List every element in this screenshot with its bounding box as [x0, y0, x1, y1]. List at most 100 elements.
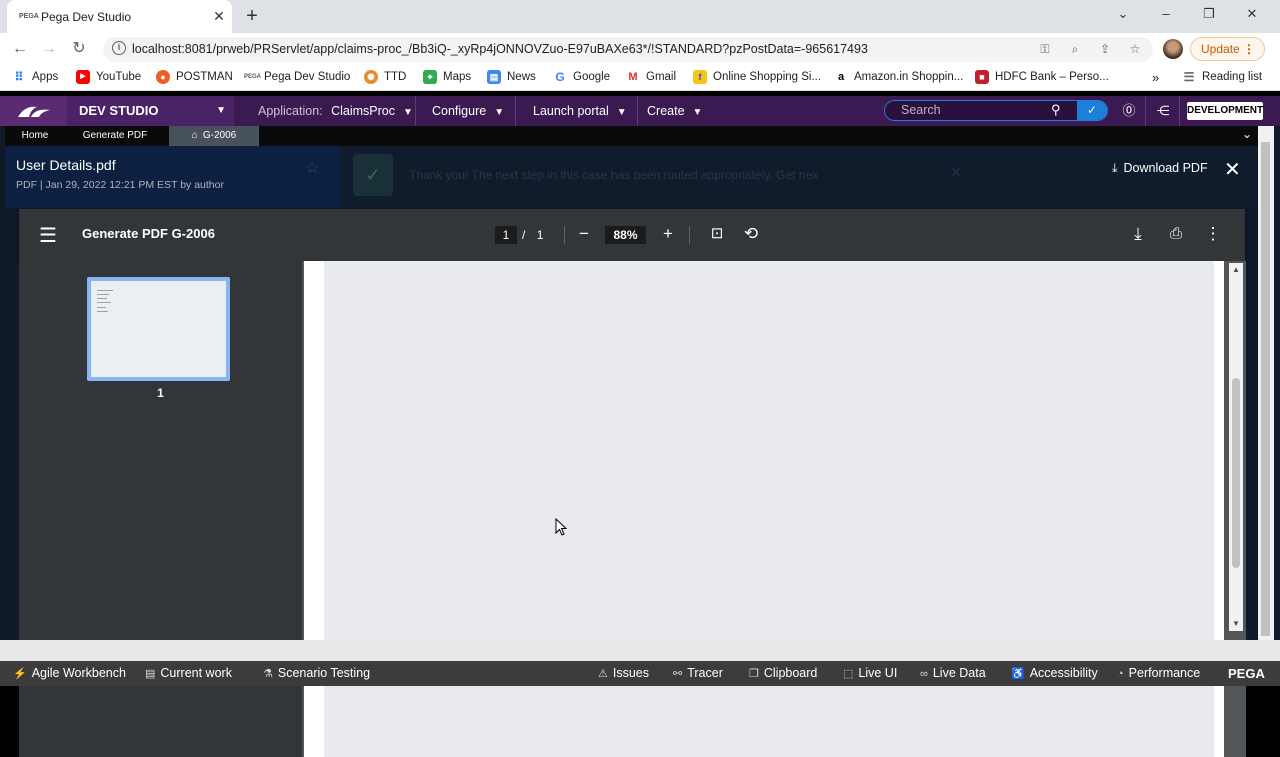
chevron-down-icon: ▼ — [216, 105, 226, 116]
bookmark-apps[interactable]: ⠿ Apps — [12, 70, 59, 84]
bookmark-news[interactable]: ▤ News — [487, 70, 536, 84]
status-strip — [0, 640, 1280, 661]
search-input[interactable]: Search ⚲ ✓ — [884, 100, 1108, 121]
zoom-icon[interactable]: ⌕ — [1066, 40, 1084, 58]
zoom-input[interactable]: 88% — [605, 226, 646, 244]
rotate-icon[interactable]: ⟲ — [740, 223, 762, 245]
tracer-icon: ⚯ — [673, 668, 683, 680]
bookmark-google[interactable]: G Google — [553, 70, 610, 84]
footer-label: Live Data — [932, 666, 986, 680]
tab-search-chevron-icon[interactable]: ⌄ — [1108, 3, 1138, 25]
site-info-icon[interactable]: i — [112, 41, 126, 55]
zoom-in-icon[interactable]: + — [657, 223, 679, 245]
footer-scenario-testing[interactable]: ⚗ Scenario Testing — [263, 666, 370, 680]
hamburger-menu-icon[interactable]: ☰ — [39, 223, 57, 248]
restore-icon[interactable]: ❐ — [1194, 3, 1224, 25]
bookmark-label: Amazon.in Shoppin... — [854, 71, 964, 83]
check-icon[interactable]: ✓ — [1077, 101, 1107, 120]
bookmark-label: Online Shopping Si... — [713, 71, 822, 83]
footer-clipboard[interactable]: ❐ Clipboard — [749, 666, 817, 680]
bookmark-amazon[interactable]: a Amazon.in Shoppin... — [834, 70, 963, 84]
address-bar-row: ← → ↻ i localhost:8081/prweb/PRServlet/a… — [0, 33, 1280, 65]
studio-switcher[interactable]: DEV STUDIO ▼ — [67, 96, 234, 126]
page-count: / 1 — [522, 226, 543, 244]
bookmark-online-shopping[interactable]: f Online Shopping Si... — [693, 70, 821, 84]
menu-create[interactable]: Create ▼ — [647, 96, 702, 126]
divider — [564, 226, 565, 244]
reload-icon[interactable]: ↻ — [68, 38, 90, 60]
footer-issues[interactable]: ⚠ Issues — [598, 666, 649, 680]
tabs-overflow-chevron-icon[interactable]: ⌄ — [1242, 127, 1252, 141]
bookmark-star-icon[interactable]: ☆ — [1126, 40, 1144, 58]
bookmark-maps[interactable]: ⌖ Maps — [423, 70, 471, 84]
reading-list[interactable]: ☰ Reading list — [1182, 70, 1262, 84]
footer-live-ui[interactable]: ⬚ Live UI — [843, 666, 897, 680]
more-bookmarks-icon[interactable]: » — [1152, 70, 1159, 85]
menu-configure[interactable]: Configure ▼ — [432, 96, 504, 126]
scrollbar-thumb[interactable] — [1232, 378, 1240, 568]
omnibox[interactable]: i localhost:8081/prweb/PRServlet/app/cla… — [103, 37, 1153, 62]
search-icon[interactable]: ⚲ — [1051, 102, 1061, 118]
update-button[interactable]: Update ⋮ — [1190, 37, 1265, 61]
pega-logo[interactable] — [0, 96, 67, 126]
download-pdf-button[interactable]: ⤓ Download PDF — [1112, 161, 1208, 176]
page-number-input[interactable]: 1 — [495, 226, 517, 244]
footer-tracer[interactable]: ⚯ Tracer — [673, 666, 723, 680]
share-icon[interactable]: ⇪ — [1096, 40, 1114, 58]
footer-current-work[interactable]: ▤ Current work — [145, 666, 232, 680]
minimize-icon[interactable]: – — [1151, 3, 1181, 25]
new-tab-icon[interactable]: + — [242, 4, 262, 28]
tab-home[interactable]: Home — [5, 126, 65, 146]
warning-icon: ⚠ — [598, 668, 608, 680]
url-text[interactable]: localhost:8081/prweb/PRServlet/app/claim… — [132, 42, 868, 56]
window-close-icon[interactable]: ✕ — [1237, 3, 1267, 25]
scroll-down-icon[interactable]: ▼ — [1229, 617, 1243, 631]
footer-label: Agile Workbench — [31, 666, 126, 680]
shopping-icon: f — [693, 70, 707, 84]
back-icon[interactable]: ← — [9, 38, 31, 60]
bookmark-postman[interactable]: ● POSTMAN — [156, 70, 233, 84]
download-icon[interactable]: ⤓ — [1127, 223, 1149, 245]
page-thumbnail[interactable] — [87, 277, 230, 381]
bookmark-label: POSTMAN — [176, 71, 233, 83]
key-icon[interactable]: ⚿ — [1036, 40, 1054, 58]
profile-avatar[interactable] — [1163, 39, 1183, 59]
bookmark-pega[interactable]: PEGA Pega Dev Studio — [244, 70, 350, 84]
scroll-up-icon[interactable]: ▲ — [1229, 263, 1243, 277]
menu-launch-portal[interactable]: Launch portal ▼ — [533, 96, 627, 126]
browser-tab[interactable]: PEGA Pega Dev Studio ✕ — [7, 0, 232, 33]
tab-title: Pega Dev Studio — [41, 9, 132, 24]
menu-label: Configure — [432, 104, 487, 118]
bookmark-youtube[interactable]: ▶ YouTube — [76, 70, 141, 84]
footer-agile-workbench[interactable]: ⚡ Agile Workbench — [13, 666, 126, 680]
bookmark-hdfc[interactable]: ■ HDFC Bank – Perso... — [975, 70, 1109, 84]
bookmark-gmail[interactable]: M Gmail — [626, 70, 676, 84]
app-explorer-icon[interactable]: ⋲ — [1154, 103, 1172, 119]
menu-label: Create — [647, 104, 685, 118]
scrollbar-thumb[interactable] — [1261, 142, 1270, 636]
tab-close-icon[interactable]: ✕ — [206, 8, 232, 25]
fit-to-page-icon[interactable]: ⊡ — [706, 223, 728, 245]
bookmark-label: Apps — [32, 71, 59, 83]
footer-live-data[interactable]: ∞ Live Data — [920, 666, 986, 680]
application-menu[interactable]: Application: ClaimsProc ▼ — [258, 96, 413, 126]
footer-label: Accessibility — [1029, 666, 1098, 680]
chevron-down-icon: ▼ — [616, 107, 627, 118]
close-viewer-icon[interactable]: ✕ — [1224, 157, 1241, 182]
pdf-scrollbar[interactable]: ▲ ▼ — [1229, 263, 1243, 631]
help-icon[interactable]: ⓪ — [1120, 103, 1138, 119]
footer-performance[interactable]: ◔ Performance — [1117, 666, 1200, 680]
print-icon[interactable]: ⎙ — [1165, 223, 1187, 245]
divider — [415, 96, 416, 126]
tab-generate-pdf[interactable]: Generate PDF — [65, 126, 165, 146]
more-options-icon[interactable]: ⋮ — [1202, 223, 1224, 245]
star-icon[interactable]: ☆ — [305, 158, 319, 178]
dismiss-icon: ✕ — [950, 164, 962, 180]
tab-g-2006[interactable]: ⌂ G-2006 — [169, 126, 259, 146]
page-scrollbar[interactable] — [1258, 126, 1274, 640]
forward-icon[interactable]: → — [38, 38, 60, 60]
background-confirmation-message: Thank you! The next step in this case ha… — [409, 168, 819, 182]
bookmark-ttd[interactable]: ✺ TTD — [364, 70, 406, 84]
footer-accessibility[interactable]: ♿ Accessibility — [1011, 666, 1098, 680]
zoom-out-icon[interactable]: − — [573, 223, 595, 245]
